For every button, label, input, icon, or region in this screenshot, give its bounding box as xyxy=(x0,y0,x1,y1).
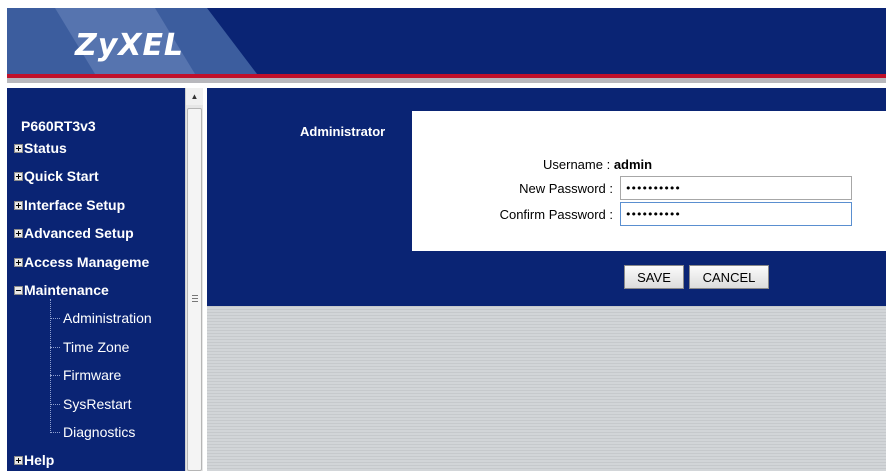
sidebar-item-label: Maintenance xyxy=(24,282,109,298)
sidebar-item-quick-start[interactable]: Quick Start xyxy=(14,166,99,186)
sidebar-subitem-diagnostics[interactable]: Diagnostics xyxy=(63,422,135,442)
sidebar-item-label: Status xyxy=(24,140,67,156)
device-name[interactable]: P660RT3v3 xyxy=(21,118,96,134)
username-row: Username : admin xyxy=(543,157,652,172)
sidebar-item-label: Help xyxy=(24,452,55,468)
plus-box-icon[interactable] xyxy=(14,455,23,465)
plus-box-icon[interactable] xyxy=(14,200,23,210)
sidebar-item-access-management[interactable]: Access Manageme xyxy=(14,252,149,272)
plus-box-icon[interactable] xyxy=(14,143,23,153)
sidebar-item-help[interactable]: Help xyxy=(14,450,54,470)
sidebar-item-advanced-setup[interactable]: Advanced Setup xyxy=(14,223,134,243)
confirm-password-label: Confirm Password : xyxy=(499,207,613,222)
username-label: Username : xyxy=(543,157,611,172)
sidebar-scrollbar[interactable]: ▲ xyxy=(185,88,203,471)
minus-box-icon[interactable] xyxy=(14,285,23,295)
sidebar-item-status[interactable]: Status xyxy=(14,138,67,158)
sidebar-item-label: Quick Start xyxy=(24,168,99,184)
sidebar-subitem-sysrestart[interactable]: SysRestart xyxy=(63,394,131,414)
tree-connector-branch xyxy=(50,375,60,377)
header: ZyXEL xyxy=(0,0,886,84)
save-button[interactable]: SAVE xyxy=(624,265,684,289)
zyxel-logo: ZyXEL xyxy=(75,28,185,63)
plus-box-icon[interactable] xyxy=(14,228,23,238)
scrollbar-thumb[interactable] xyxy=(187,108,202,471)
sidebar-item-label: Advanced Setup xyxy=(24,225,134,241)
cancel-button[interactable]: CANCEL xyxy=(689,265,769,289)
sidebar-subitem-administration[interactable]: Administration xyxy=(63,308,152,328)
sidebar-item-interface-setup[interactable]: Interface Setup xyxy=(14,195,125,215)
sidebar-item-label: Access Manageme xyxy=(24,254,150,270)
sidebar-subitem-firmware[interactable]: Firmware xyxy=(63,365,121,385)
plus-box-icon[interactable] xyxy=(14,257,23,267)
username-value: admin xyxy=(613,157,653,172)
section-title: Administrator xyxy=(300,124,386,139)
main-footer-area xyxy=(207,306,886,471)
tree-connector-branch xyxy=(50,347,60,349)
new-password-label: New Password : xyxy=(519,181,613,196)
header-grey-stripe xyxy=(7,78,886,83)
sidebar-subitem-time-zone[interactable]: Time Zone xyxy=(63,337,129,357)
tree-connector-branch xyxy=(50,432,60,434)
scroll-grip-icon xyxy=(192,295,198,302)
scroll-up-arrow-icon[interactable]: ▲ xyxy=(186,88,203,105)
plus-box-icon[interactable] xyxy=(14,171,23,181)
sidebar-nav: P660RT3v3 Status Quick Start Interface S… xyxy=(7,88,185,471)
header-banner: ZyXEL xyxy=(7,8,886,74)
tree-connector-branch xyxy=(50,318,60,320)
new-password-field[interactable] xyxy=(620,176,852,200)
confirm-password-field[interactable] xyxy=(620,202,852,226)
sidebar-item-label: Interface Setup xyxy=(24,197,126,213)
sidebar-item-maintenance[interactable]: Maintenance xyxy=(14,280,109,300)
tree-connector-branch xyxy=(50,404,60,406)
